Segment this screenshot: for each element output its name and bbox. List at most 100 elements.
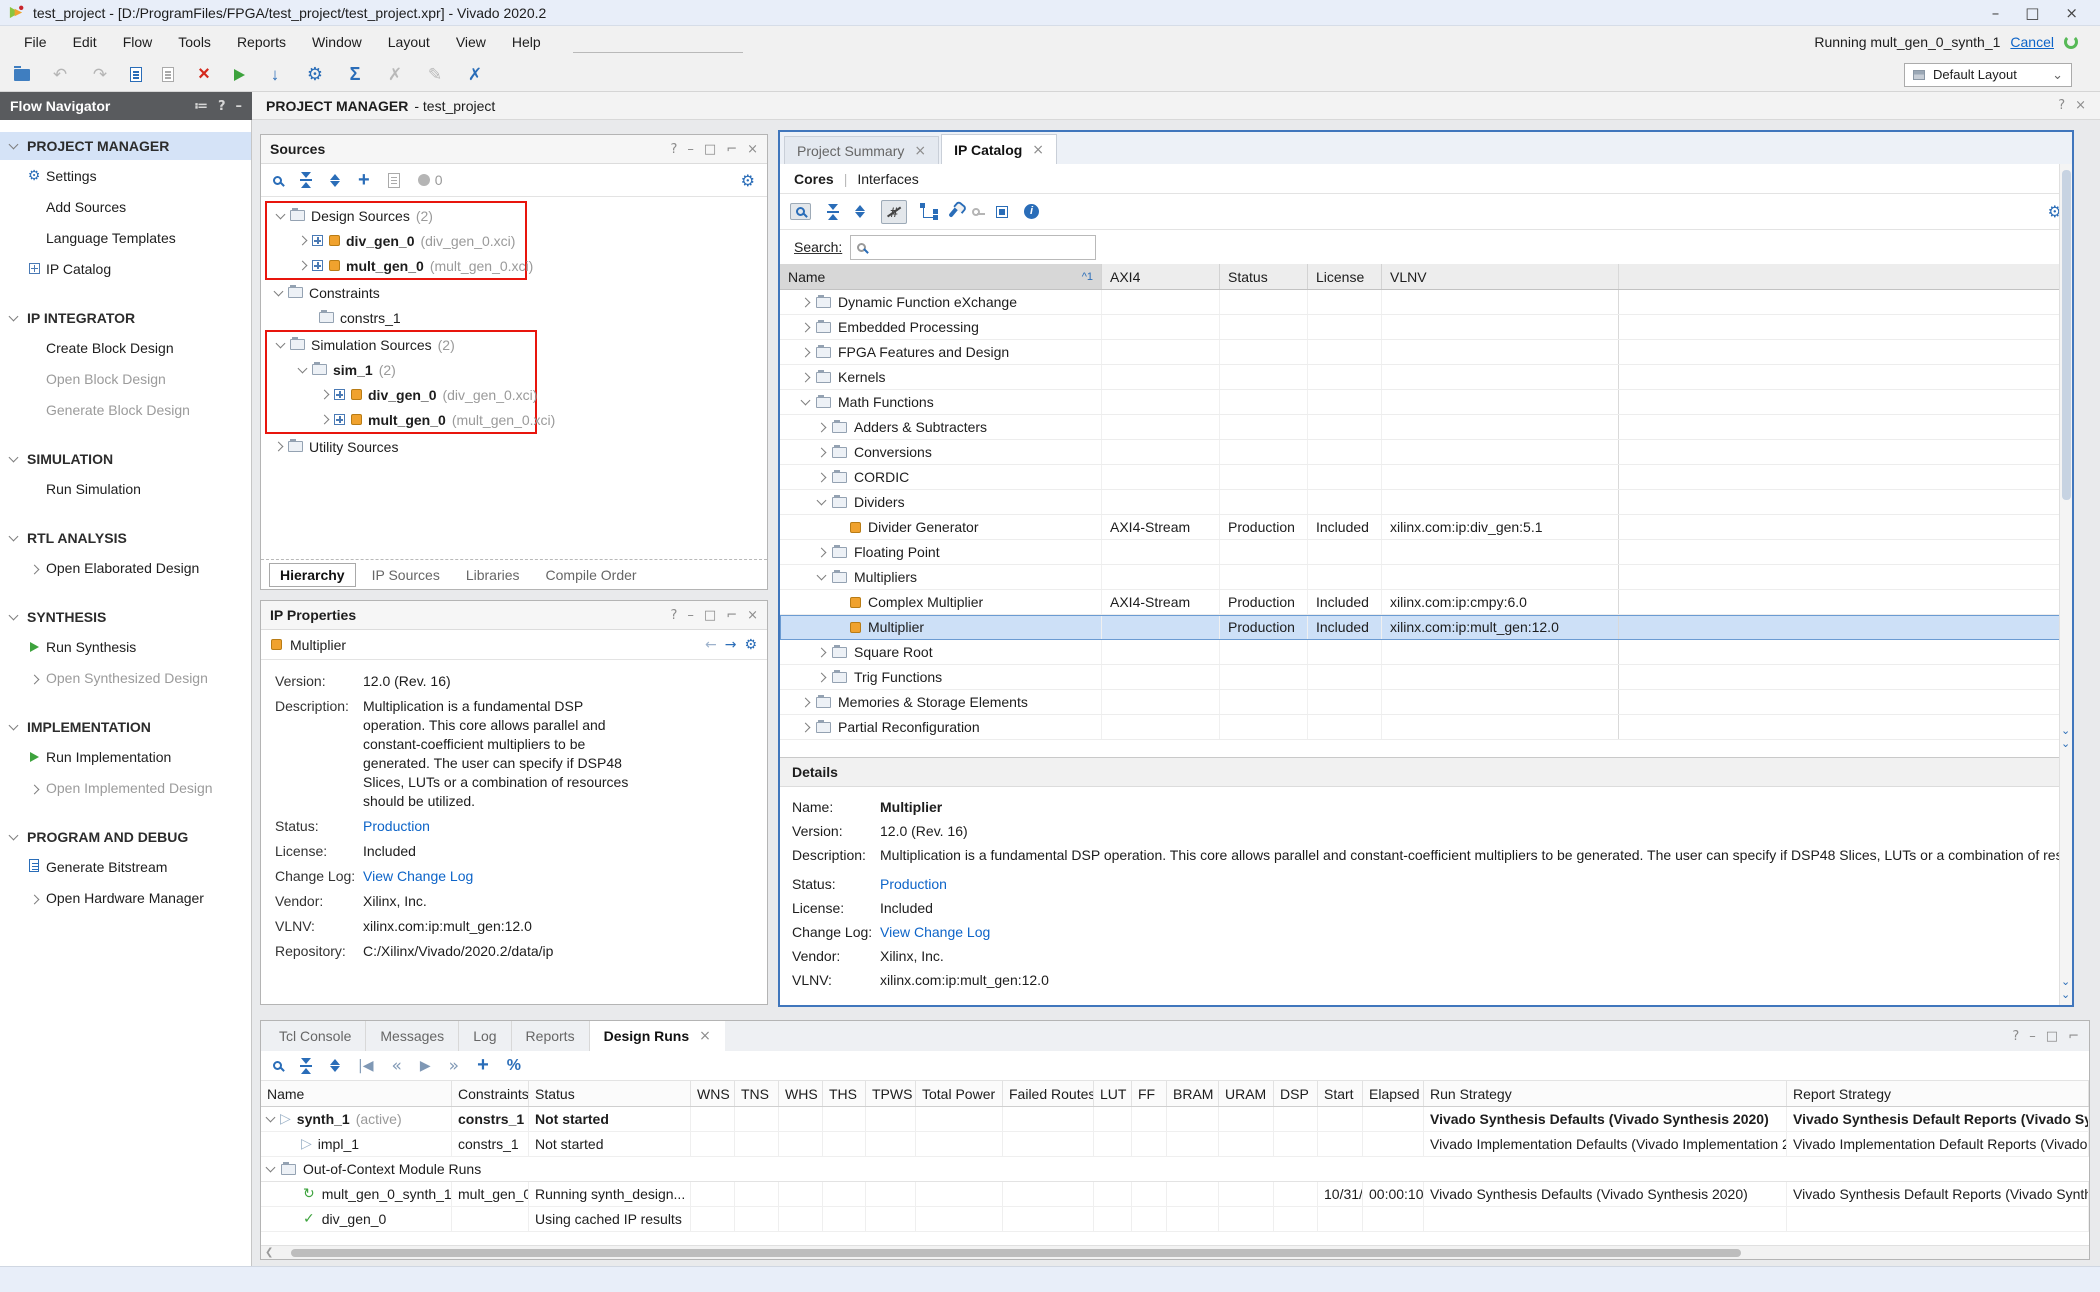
- status-value-link[interactable]: Production: [363, 817, 649, 836]
- delete-icon[interactable]: ×: [194, 63, 214, 86]
- catalog-row-memories-storage[interactable]: Memories & Storage Elements: [780, 690, 2072, 715]
- scroll-down-icon[interactable]: ⌄⌄: [2061, 724, 2070, 750]
- run-row-mult-gen-0-synth-1[interactable]: ↻ mult_gen_0_synth_1 mult_gen_0 Running …: [261, 1182, 2089, 1207]
- menu-help[interactable]: Help: [500, 30, 553, 54]
- col-wns[interactable]: WNS: [691, 1081, 735, 1106]
- col-uram[interactable]: URAM: [1219, 1081, 1274, 1106]
- fn-settings-icon[interactable]: ≔: [194, 99, 208, 114]
- tab-libraries[interactable]: Libraries: [456, 564, 530, 586]
- forward-arrow-icon[interactable]: →: [725, 637, 737, 653]
- collapse-all-icon[interactable]: [300, 172, 312, 188]
- col-elapsed[interactable]: Elapsed: [1363, 1081, 1424, 1106]
- menu-layout[interactable]: Layout: [376, 30, 442, 54]
- maximize-panel-icon[interactable]: □: [2046, 1029, 2058, 1044]
- close-tab-icon[interactable]: ×: [699, 1028, 711, 1044]
- tab-messages[interactable]: Messages: [366, 1021, 459, 1051]
- settings-gear-icon[interactable]: ⚙: [305, 64, 325, 85]
- subnav-interfaces[interactable]: Interfaces: [857, 171, 918, 187]
- back-arrow-icon[interactable]: ←: [705, 637, 717, 653]
- col-ths[interactable]: THS: [823, 1081, 866, 1106]
- catalog-row-floating-point[interactable]: Floating Point: [780, 540, 2072, 565]
- scroll-down-icon[interactable]: ⌄⌄: [2061, 975, 2070, 1001]
- close-tab-icon[interactable]: ×: [1032, 142, 1044, 158]
- minimize-icon[interactable]: –: [1992, 4, 2000, 22]
- float-panel-icon[interactable]: ⌐: [726, 142, 737, 157]
- maximize-icon[interactable]: □: [2025, 4, 2039, 22]
- sidebar-item-language-templates[interactable]: Language Templates: [0, 222, 251, 253]
- catalog-row-cordic[interactable]: CORDIC: [780, 465, 2072, 490]
- scroll-left-icon[interactable]: ❮: [265, 1247, 273, 1258]
- tab-hierarchy[interactable]: Hierarchy: [269, 563, 356, 587]
- catalog-vertical-scrollbar[interactable]: ⌄⌄ ⌄⌄: [2059, 164, 2072, 1005]
- tree-row-constraints[interactable]: Constraints: [261, 280, 767, 305]
- expand-all-icon[interactable]: [330, 1059, 340, 1072]
- properties-gear-icon[interactable]: ⚙: [744, 637, 757, 653]
- close-icon[interactable]: ×: [2065, 4, 2078, 22]
- strip-close-icon[interactable]: ×: [2075, 98, 2086, 113]
- run-row-synth-1[interactable]: ▷ synth_1 (active) constrs_1 Not started…: [261, 1107, 2089, 1132]
- redo-icon[interactable]: ↷: [90, 65, 110, 85]
- catalog-row-conversions[interactable]: Conversions: [780, 440, 2072, 465]
- collapse-all-icon[interactable]: [300, 1058, 312, 1074]
- col-whs[interactable]: WHS: [779, 1081, 823, 1106]
- run-row-div-gen-0[interactable]: ✓ div_gen_0 Using cached IP results: [261, 1207, 2089, 1232]
- tab-log[interactable]: Log: [459, 1021, 511, 1051]
- tab-compile-order[interactable]: Compile Order: [536, 564, 647, 586]
- catalog-row-dynamic-function-exchange[interactable]: Dynamic Function eXchange: [780, 290, 2072, 315]
- sidebar-section-project-manager[interactable]: PROJECT MANAGER: [0, 132, 251, 160]
- copy-icon[interactable]: [162, 67, 174, 82]
- close-panel-icon[interactable]: ×: [747, 608, 758, 623]
- tab-ip-sources[interactable]: IP Sources: [362, 564, 450, 586]
- tab-design-runs[interactable]: Design Runs ×: [590, 1021, 725, 1051]
- catalog-row-complex-multiplier[interactable]: Complex Multiplier AXI4-Stream Productio…: [780, 590, 2072, 615]
- col-bram[interactable]: BRAM: [1167, 1081, 1219, 1106]
- help-icon[interactable]: ?: [2012, 1029, 2019, 1044]
- tab-reports[interactable]: Reports: [512, 1021, 590, 1051]
- col-report-strategy[interactable]: Report Strategy: [1787, 1081, 2089, 1106]
- tree-row-utility-sources[interactable]: Utility Sources: [261, 434, 767, 459]
- tree-row-div-gen-0[interactable]: div_gen_0 (div_gen_0.xci): [267, 228, 525, 253]
- cancel-run-link[interactable]: Cancel: [2010, 34, 2054, 50]
- scrollbar-handle[interactable]: [291, 1249, 1741, 1257]
- menu-reports[interactable]: Reports: [225, 30, 298, 54]
- help-icon[interactable]: ?: [670, 608, 677, 623]
- help-icon[interactable]: ?: [670, 142, 677, 157]
- menu-window[interactable]: Window: [300, 30, 374, 54]
- tree-row-simulation-sources[interactable]: Simulation Sources (2): [267, 332, 535, 357]
- subnav-cores[interactable]: Cores: [794, 171, 834, 187]
- float-panel-icon[interactable]: ⌐: [2068, 1029, 2079, 1044]
- catalog-row-square-root[interactable]: Square Root: [780, 640, 2072, 665]
- tree-row-sim-div-gen-0[interactable]: div_gen_0 (div_gen_0.xci): [267, 382, 535, 407]
- sidebar-section-synthesis[interactable]: SYNTHESIS: [0, 603, 251, 631]
- sidebar-item-settings[interactable]: ⚙ Settings: [0, 160, 251, 191]
- catalog-row-embedded-processing[interactable]: Embedded Processing: [780, 315, 2072, 340]
- strip-help-icon[interactable]: ?: [2058, 98, 2065, 113]
- fn-minimize-icon[interactable]: –: [236, 99, 243, 114]
- search-icon[interactable]: [273, 176, 282, 185]
- scrollbar-handle[interactable]: [2062, 170, 2071, 500]
- create-run-icon[interactable]: +: [477, 1054, 489, 1077]
- open-project-icon[interactable]: [14, 69, 30, 81]
- sidebar-item-create-block-design[interactable]: Create Block Design: [0, 332, 251, 363]
- sidebar-item-generate-bitstream[interactable]: Generate Bitstream: [0, 851, 251, 882]
- ip-info-icon[interactable]: i: [1024, 204, 1039, 219]
- customize-ip-icon[interactable]: [948, 205, 959, 218]
- collapse-all-icon[interactable]: [827, 204, 839, 220]
- ip-packager-icon[interactable]: [996, 206, 1008, 218]
- details-status-link[interactable]: Production: [880, 876, 947, 892]
- col-lut[interactable]: LUT: [1094, 1081, 1132, 1106]
- expand-all-icon[interactable]: [855, 205, 865, 218]
- sidebar-section-ip-integrator[interactable]: IP INTEGRATOR: [0, 304, 251, 332]
- col-tpws[interactable]: TPWS: [866, 1081, 916, 1106]
- catalog-row-adders-subtracters[interactable]: Adders & Subtracters: [780, 415, 2072, 440]
- tree-row-sim-1[interactable]: sim_1 (2): [267, 357, 535, 382]
- col-ff[interactable]: FF: [1132, 1081, 1167, 1106]
- catalog-row-partial-reconfiguration[interactable]: Partial Reconfiguration: [780, 715, 2072, 740]
- catalog-row-multipliers[interactable]: Multipliers: [780, 565, 2072, 590]
- sidebar-section-implementation[interactable]: IMPLEMENTATION: [0, 713, 251, 741]
- catalog-search-input[interactable]: [872, 239, 1089, 256]
- sidebar-item-run-implementation[interactable]: Run Implementation: [0, 741, 251, 772]
- catalog-row-divider-generator[interactable]: Divider Generator AXI4-Stream Production…: [780, 515, 2072, 540]
- expand-all-icon[interactable]: [330, 174, 340, 187]
- float-panel-icon[interactable]: ⌐: [726, 608, 737, 623]
